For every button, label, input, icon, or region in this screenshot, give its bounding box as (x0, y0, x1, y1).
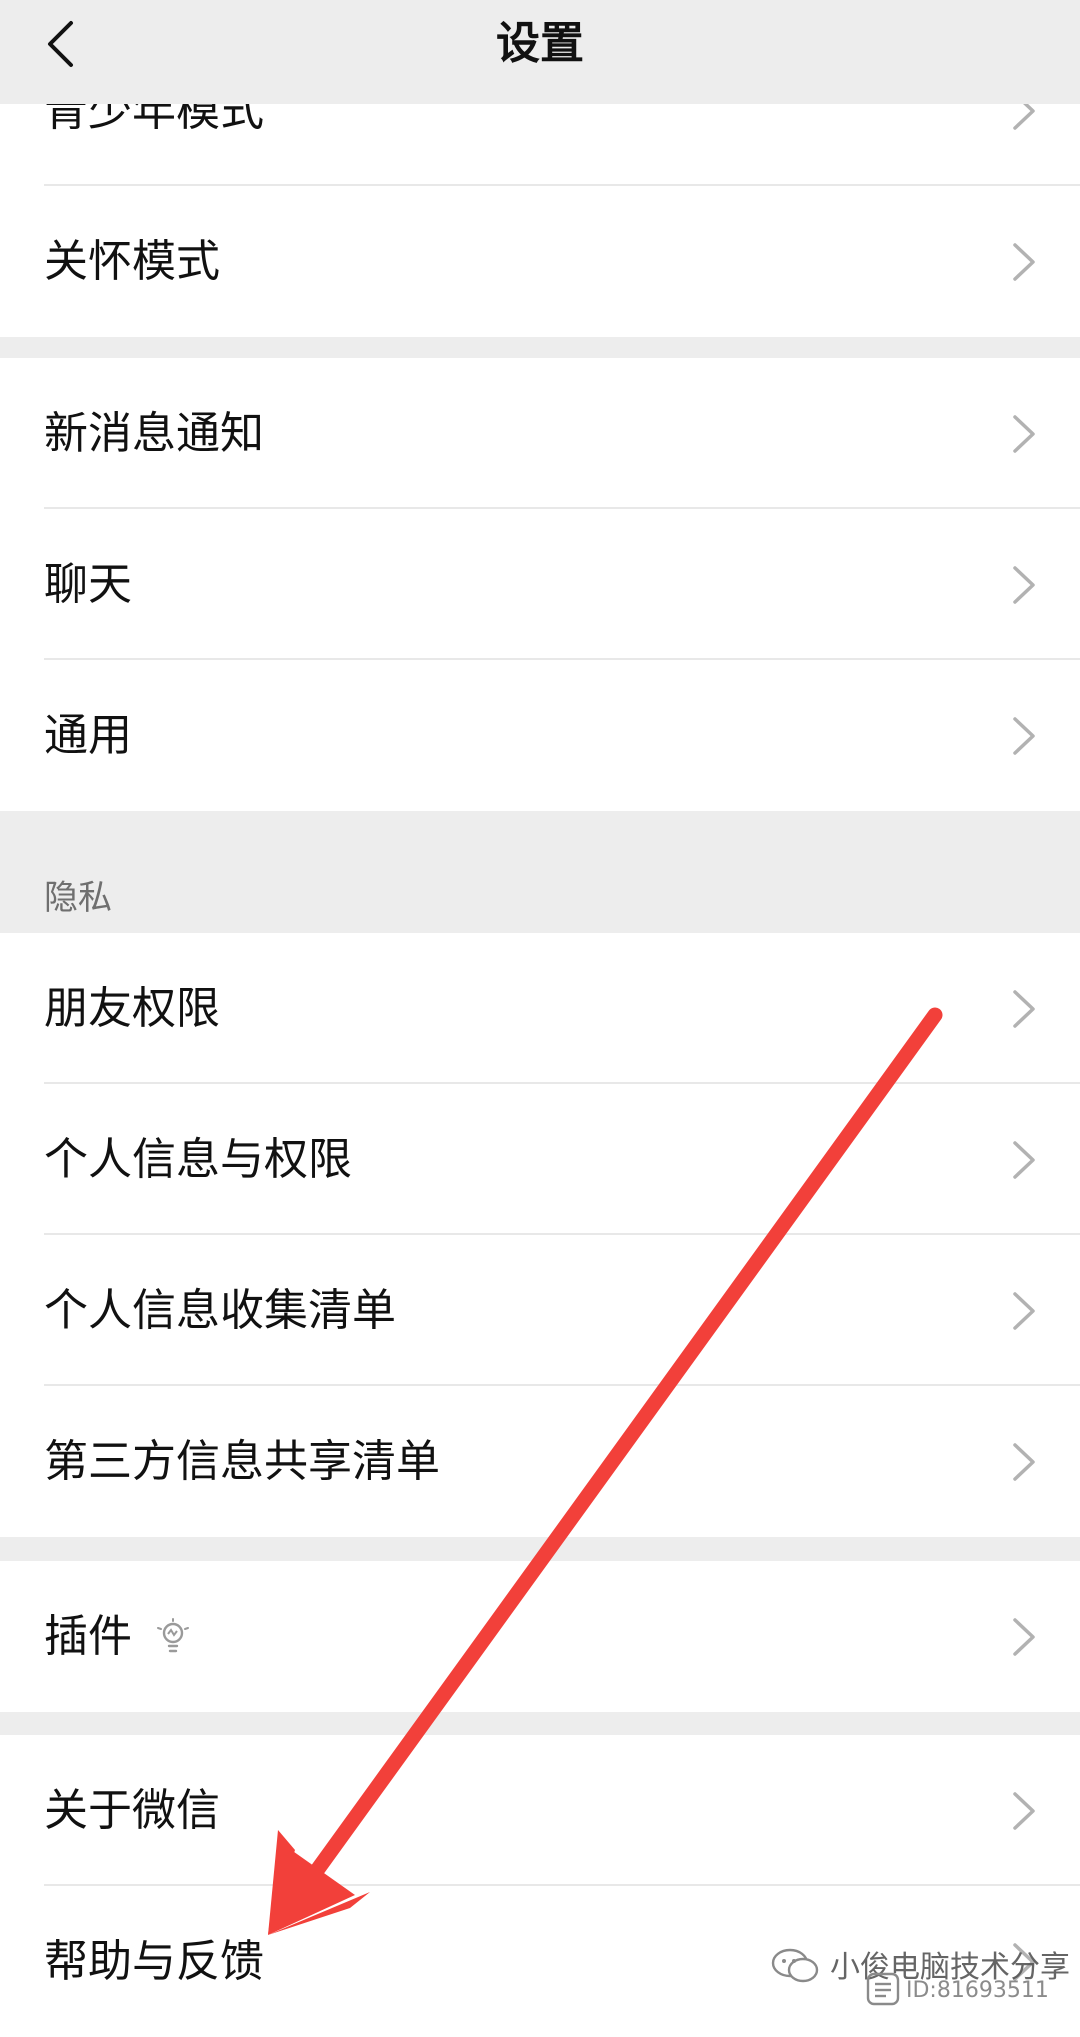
lightbulb-icon (157, 1618, 189, 1653)
settings-list: 青少年模式 关怀模式 新消息通知 聊天 通用 隐私 朋友权限 个人信息与权限 个… (0, 0, 1080, 2037)
settings-item-about-wechat[interactable]: 关于微信 (0, 1735, 1080, 1886)
chevron-right-icon (1013, 1792, 1035, 1830)
settings-item-label: 新消息通知 (44, 408, 264, 459)
settings-item-label: 插件 (44, 1611, 132, 1662)
page-title: 设置 (496, 18, 584, 69)
settings-item-chat[interactable]: 聊天 (0, 509, 1080, 660)
chevron-right-icon (1013, 1141, 1035, 1179)
chevron-right-icon (1013, 243, 1035, 281)
settings-item-third-party-sharing[interactable]: 第三方信息共享清单 (0, 1386, 1080, 1537)
toutiao-logo-icon (866, 1972, 900, 2006)
settings-item-label: 个人信息收集清单 (44, 1285, 396, 1336)
settings-item-personal-info-permissions[interactable]: 个人信息与权限 (0, 1084, 1080, 1235)
chevron-right-icon (1013, 415, 1035, 453)
settings-item-label: 通用 (44, 710, 132, 761)
settings-item-plugins[interactable]: 插件 (0, 1561, 1080, 1712)
chevron-right-icon (1013, 1292, 1035, 1330)
settings-item-label: 个人信息与权限 (44, 1134, 352, 1185)
settings-item-personal-info-list[interactable]: 个人信息收集清单 (0, 1235, 1080, 1386)
settings-item-label: 帮助与反馈 (44, 1936, 264, 1987)
settings-group-privacy: 朋友权限 个人信息与权限 个人信息收集清单 第三方信息共享清单 (0, 933, 1080, 1537)
chevron-right-icon (1013, 990, 1035, 1028)
settings-item-label: 关怀模式 (44, 236, 220, 287)
settings-item-label: 朋友权限 (44, 983, 220, 1034)
settings-item-friend-permissions[interactable]: 朋友权限 (0, 933, 1080, 1084)
chat-bubble-icon (771, 1948, 819, 1983)
navigation-bar: 设置 (0, 0, 1080, 104)
settings-item-general[interactable]: 通用 (0, 660, 1080, 811)
section-header-privacy: 隐私 (44, 878, 112, 918)
settings-item-label: 聊天 (44, 559, 132, 610)
settings-group-plugins: 插件 (0, 1561, 1080, 1712)
chevron-right-icon (1013, 1618, 1035, 1656)
watermark: 小俊电脑技术分享 ID:81693511 (770, 1940, 1070, 2010)
chevron-right-icon (1013, 1443, 1035, 1481)
settings-group-2: 新消息通知 聊天 通用 (0, 358, 1080, 811)
settings-item-care-mode[interactable]: 关怀模式 (0, 186, 1080, 337)
chevron-right-icon (1013, 566, 1035, 604)
settings-item-notifications[interactable]: 新消息通知 (0, 358, 1080, 509)
watermark-id: ID:81693511 (906, 1978, 1049, 2003)
settings-item-label: 关于微信 (44, 1785, 220, 1836)
chevron-right-icon (1013, 717, 1035, 755)
settings-item-label: 第三方信息共享清单 (44, 1436, 440, 1487)
